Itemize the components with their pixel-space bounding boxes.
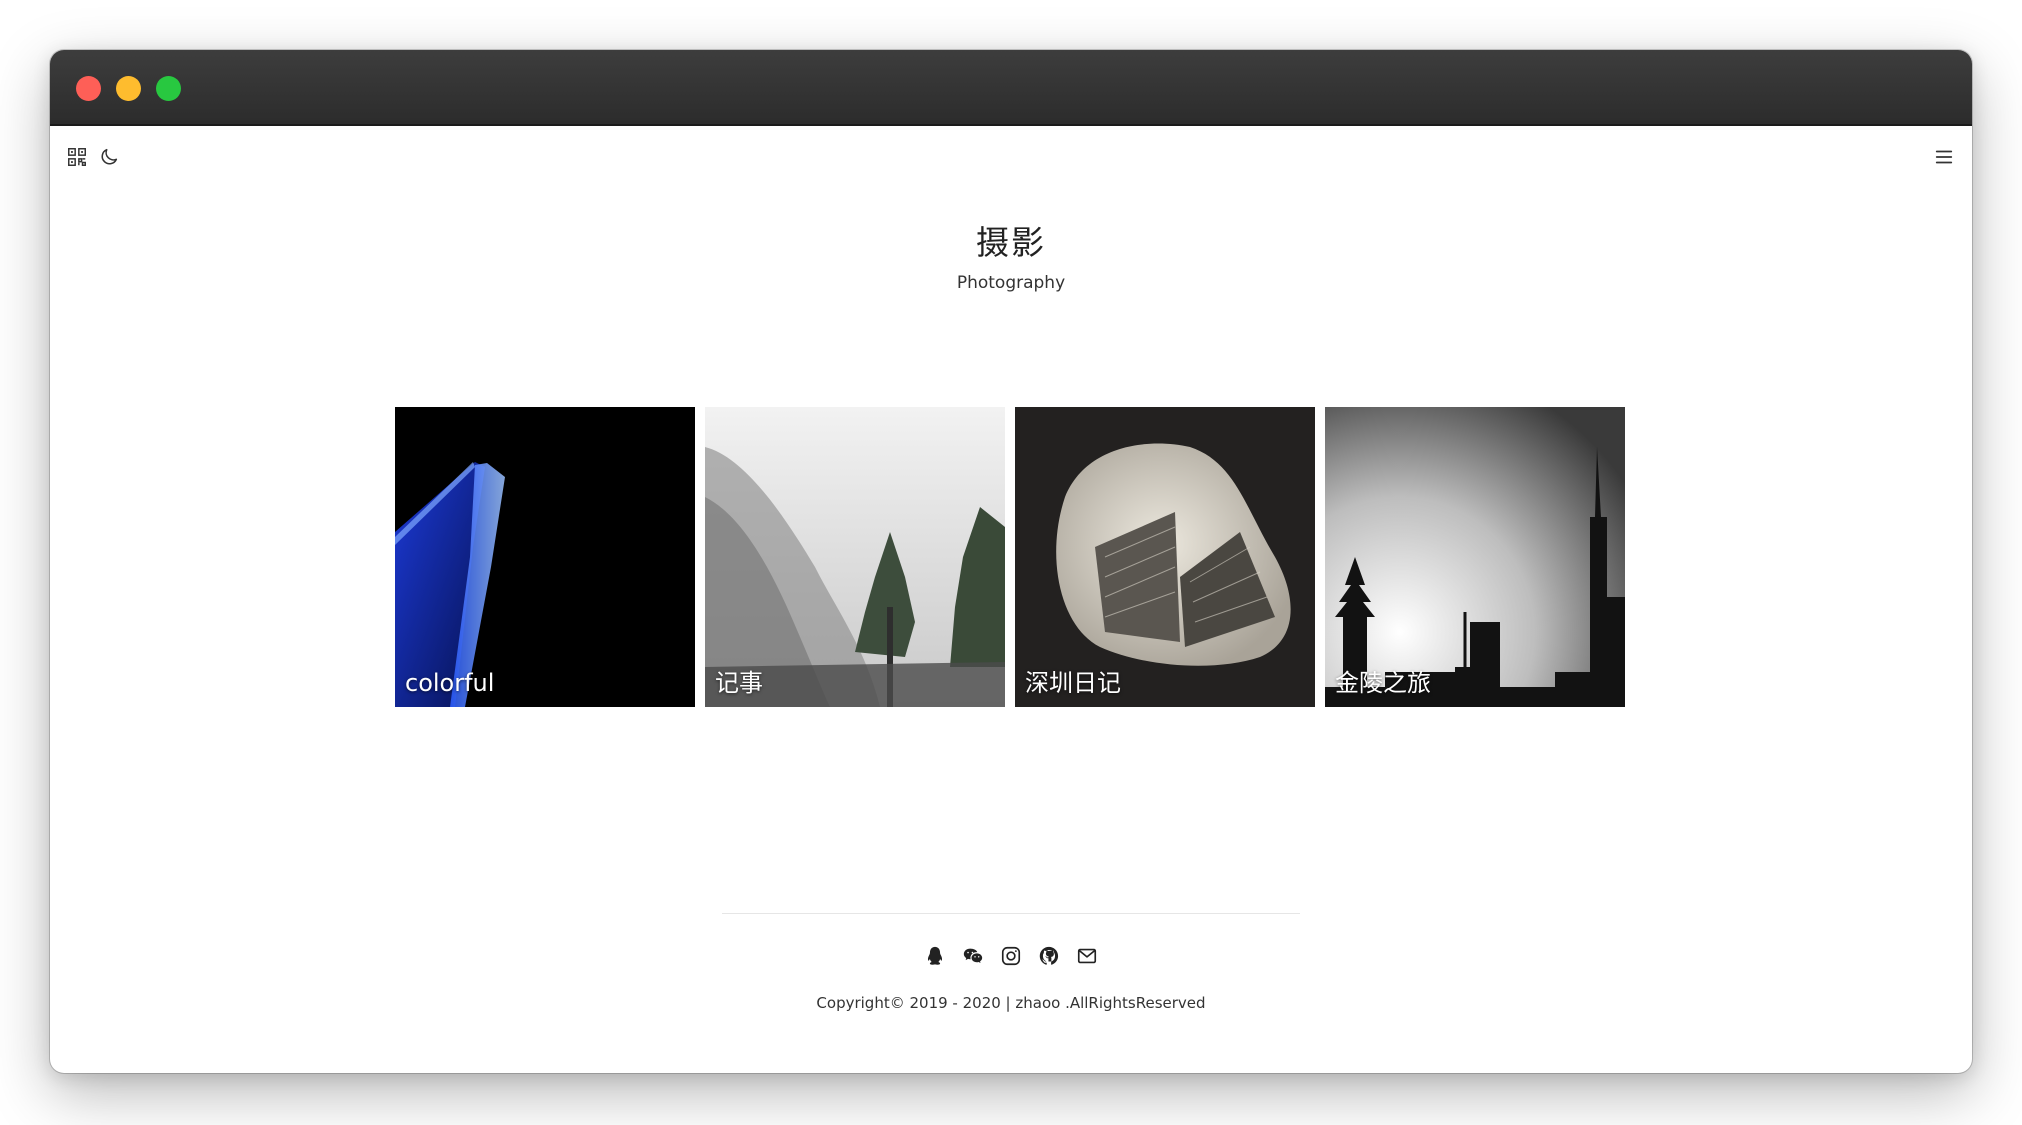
menu-icon[interactable] bbox=[1932, 146, 1956, 168]
screen: 摄影 Photography colorful 记事 深圳日记 金陵之旅 Cop… bbox=[0, 0, 2022, 1125]
close-button[interactable] bbox=[76, 76, 101, 101]
minimize-button[interactable] bbox=[116, 76, 141, 101]
footer-divider bbox=[722, 913, 1300, 914]
qq-icon[interactable] bbox=[924, 945, 946, 967]
album-card-colorful[interactable]: colorful bbox=[395, 407, 695, 707]
copyright-text: Copyright© 2019 - 2020 | zhaoo .AllRight… bbox=[816, 994, 1206, 1012]
album-card-shenzhen[interactable]: 深圳日记 bbox=[1015, 407, 1315, 707]
album-card-nanjing[interactable]: 金陵之旅 bbox=[1325, 407, 1625, 707]
maximize-button[interactable] bbox=[156, 76, 181, 101]
page-subtitle: Photography bbox=[956, 273, 1066, 293]
social-links bbox=[50, 945, 1972, 967]
album-label: 金陵之旅 bbox=[1335, 669, 1431, 697]
album-card-notes[interactable]: 记事 bbox=[705, 407, 1005, 707]
window-titlebar bbox=[50, 50, 1972, 126]
album-label: 深圳日记 bbox=[1025, 669, 1121, 697]
page-title: 摄影 bbox=[976, 223, 1046, 262]
qrcode-icon[interactable] bbox=[66, 146, 88, 168]
github-icon[interactable] bbox=[1038, 945, 1060, 967]
album-cover-image bbox=[1015, 407, 1315, 707]
page-header: 摄影 Photography bbox=[50, 226, 1972, 292]
instagram-icon[interactable] bbox=[1000, 945, 1022, 967]
album-cover-image bbox=[395, 407, 695, 707]
album-label: 记事 bbox=[715, 669, 763, 697]
moon-icon[interactable] bbox=[98, 146, 120, 168]
album-gallery: colorful 记事 深圳日记 金陵之旅 bbox=[395, 407, 1627, 707]
album-label: colorful bbox=[405, 669, 495, 697]
wechat-icon[interactable] bbox=[962, 945, 984, 967]
album-cover-image bbox=[1325, 407, 1625, 707]
album-cover-image bbox=[705, 407, 1005, 707]
email-icon[interactable] bbox=[1076, 945, 1098, 967]
browser-window: 摄影 Photography colorful 记事 深圳日记 金陵之旅 Cop… bbox=[50, 50, 1972, 1073]
